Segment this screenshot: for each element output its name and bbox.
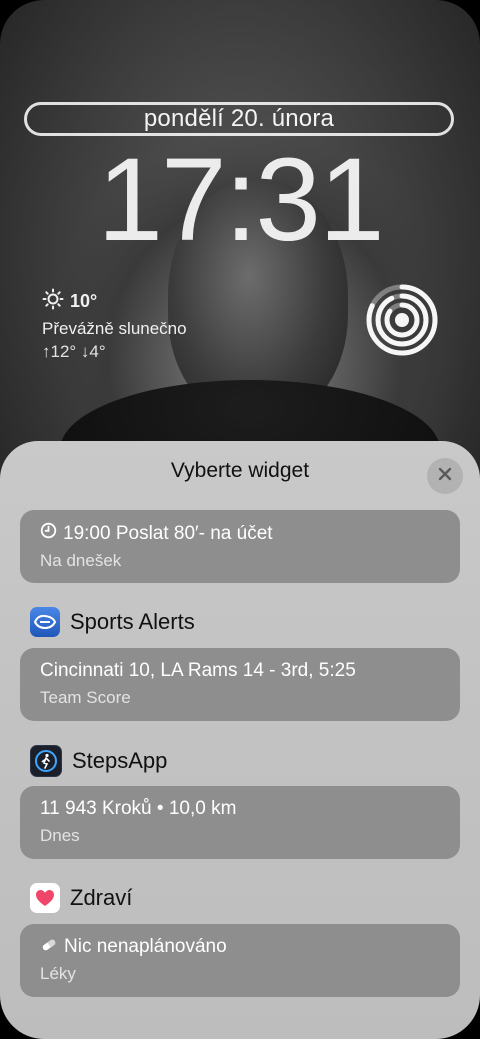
health-app-name: Zdraví	[70, 885, 133, 910]
weather-temperature: 10°	[70, 291, 98, 311]
clock-icon	[40, 522, 57, 545]
close-icon	[437, 466, 453, 487]
sports-alerts-subtitle: Team Score	[40, 688, 131, 707]
lock-screen: pondělí 20. února 17:31 10° Převážně slu…	[0, 0, 480, 1039]
date-label: pondělí 20. února	[143, 105, 335, 132]
weather-condition: Převážně slunečno	[42, 319, 187, 338]
stepsapp-app-name: StepsApp	[72, 748, 168, 773]
section-health: Zdraví	[30, 883, 132, 913]
sun-icon	[42, 288, 64, 315]
section-stepsapp: StepsApp	[30, 745, 167, 777]
health-app-icon	[30, 883, 60, 913]
stepsapp-app-icon	[30, 745, 62, 777]
reminder-widget-card[interactable]: 19:00 Poslat 80′- na účet Na dnešek	[20, 510, 460, 583]
activity-rings-icon[interactable]	[366, 284, 438, 356]
sports-alerts-widget-card[interactable]: Cincinnati 10, LA Rams 14 - 3rd, 5:25 Te…	[20, 648, 460, 721]
sheet-title: Vyberte widget	[170, 459, 310, 482]
pill-icon	[40, 936, 58, 958]
sports-alerts-app-icon	[30, 607, 60, 637]
health-widget-card[interactable]: Nic nenaplánováno Léky	[20, 924, 460, 997]
weather-widget[interactable]: 10° Převážně slunečno ↑12° ↓4°	[42, 288, 187, 362]
stepsapp-subtitle: Dnes	[40, 826, 80, 845]
health-title: Nic nenaplánováno	[64, 936, 227, 957]
section-sports-alerts: Sports Alerts	[30, 607, 195, 637]
reminder-title: 19:00 Poslat 80′- na účet	[63, 522, 273, 544]
weather-range: ↑12° ↓4°	[42, 342, 106, 361]
sports-alerts-app-name: Sports Alerts	[70, 609, 195, 634]
stepsapp-widget-card[interactable]: 11 943 Kroků • 10,0 km Dnes	[20, 786, 460, 859]
date-widget-slot[interactable]: pondělí 20. února	[24, 102, 454, 136]
health-subtitle: Léky	[40, 964, 76, 983]
sports-alerts-title: Cincinnati 10, LA Rams 14 - 3rd, 5:25	[40, 660, 356, 681]
close-button[interactable]	[427, 458, 463, 494]
stepsapp-title: 11 943 Kroků • 10,0 km	[40, 798, 237, 819]
reminder-subtitle: Na dnešek	[40, 551, 122, 570]
clock-time[interactable]: 17:31	[0, 140, 480, 260]
